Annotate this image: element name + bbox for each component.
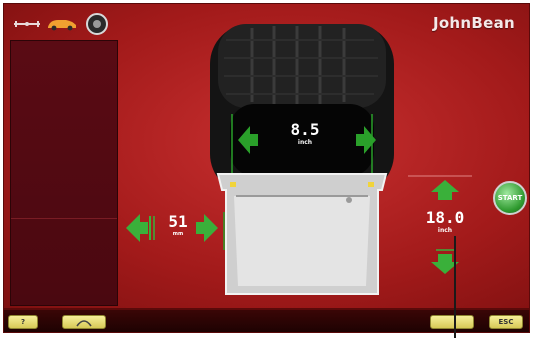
offset-left-arrow-icon[interactable]	[126, 214, 155, 242]
offset-right-arrow-icon[interactable]	[196, 214, 218, 242]
home-button[interactable]	[62, 315, 106, 329]
blank-function-button[interactable]	[430, 315, 474, 329]
callout-pointer	[454, 236, 456, 338]
home-icon	[76, 319, 92, 326]
main-screen: JohnBean 8.5 inch 51 mm 18.0 inch START	[3, 3, 530, 309]
diameter-up-arrow-icon[interactable]	[431, 180, 459, 200]
diameter-unit: inch	[437, 227, 453, 234]
offset-readout: 51 mm	[160, 212, 196, 237]
tire-width-unit: inch	[297, 139, 313, 146]
diameter-value: 18.0	[425, 208, 465, 227]
esc-button[interactable]: ESC	[489, 315, 523, 329]
start-button[interactable]: START	[493, 181, 527, 215]
tire-width-value: 8.5	[290, 120, 320, 139]
tire-graphic	[210, 24, 394, 194]
offset-value: 51	[168, 212, 188, 231]
wheel-diagram	[126, 24, 472, 295]
tire-width-readout: 8.5 inch	[278, 120, 332, 146]
offset-unit: mm	[172, 231, 184, 237]
help-button[interactable]: ?	[8, 315, 38, 329]
rim-graphic	[216, 173, 388, 295]
diameter-readout: 18.0 inch	[419, 208, 471, 234]
